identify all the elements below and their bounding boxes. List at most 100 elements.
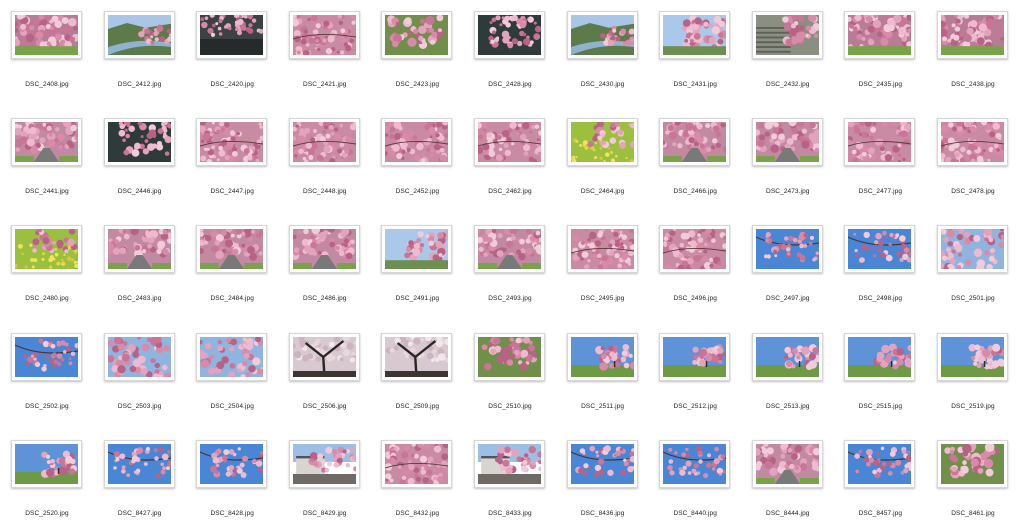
- file-name-label[interactable]: DSC_8432.jpg: [375, 510, 459, 517]
- file-thumbnail[interactable]: [11, 118, 82, 167]
- file-thumbnail[interactable]: [196, 332, 268, 381]
- file-name-label[interactable]: DSC_2509.jpg: [375, 403, 459, 410]
- file-thumbnail[interactable]: [844, 332, 916, 381]
- file-item[interactable]: DSC_2509.jpg: [375, 332, 467, 439]
- file-item[interactable]: DSC_8429.jpg: [283, 439, 375, 529]
- file-item[interactable]: DSC_2428.jpg: [468, 11, 560, 117]
- file-name-label[interactable]: DSC_2473.jpg: [746, 188, 830, 195]
- file-item[interactable]: DSC_2464.jpg: [561, 118, 653, 224]
- file-thumbnail[interactable]: [11, 439, 82, 488]
- file-item[interactable]: DSC_2515.jpg: [838, 332, 930, 439]
- file-name-label[interactable]: DSC_2447.jpg: [190, 188, 274, 195]
- file-item[interactable]: DSC_2519.jpg: [931, 332, 1023, 439]
- file-name-label[interactable]: DSC_2466.jpg: [653, 188, 737, 195]
- file-thumbnail[interactable]: [288, 118, 360, 167]
- file-name-label[interactable]: DSC_2412.jpg: [98, 81, 182, 88]
- file-name-label[interactable]: DSC_2452.jpg: [375, 188, 459, 195]
- file-name-label[interactable]: DSC_8440.jpg: [653, 510, 737, 517]
- file-name-label[interactable]: DSC_2428.jpg: [468, 81, 552, 88]
- file-name-label[interactable]: DSC_2503.jpg: [98, 403, 182, 410]
- file-thumbnail[interactable]: [196, 118, 268, 167]
- file-name-label[interactable]: DSC_2511.jpg: [561, 403, 645, 410]
- file-item[interactable]: DSC_2498.jpg: [838, 225, 930, 331]
- file-item[interactable]: DSC_2520.jpg: [5, 439, 97, 529]
- file-name-label[interactable]: DSC_8461.jpg: [931, 510, 1015, 517]
- file-name-label[interactable]: DSC_2464.jpg: [561, 188, 645, 195]
- file-name-label[interactable]: DSC_2430.jpg: [561, 81, 645, 88]
- file-name-label[interactable]: DSC_8428.jpg: [190, 510, 274, 517]
- file-thumbnail[interactable]: [474, 11, 545, 59]
- file-name-label[interactable]: DSC_2497.jpg: [746, 295, 830, 302]
- file-thumbnail[interactable]: [659, 332, 731, 381]
- file-thumbnail[interactable]: [566, 332, 638, 381]
- file-thumbnail[interactable]: [474, 439, 545, 488]
- file-name-label[interactable]: DSC_2515.jpg: [838, 403, 922, 410]
- file-item[interactable]: DSC_2480.jpg: [5, 225, 97, 331]
- file-name-label[interactable]: DSC_2519.jpg: [931, 403, 1015, 410]
- file-name-label[interactable]: DSC_2498.jpg: [838, 295, 922, 302]
- file-name-label[interactable]: DSC_8457.jpg: [838, 510, 922, 517]
- file-item[interactable]: DSC_2446.jpg: [98, 118, 190, 224]
- file-thumbnail[interactable]: [844, 118, 916, 167]
- file-item[interactable]: DSC_2448.jpg: [283, 118, 375, 224]
- file-item[interactable]: DSC_2412.jpg: [98, 11, 190, 117]
- file-item[interactable]: DSC_8427.jpg: [98, 439, 190, 529]
- file-thumbnail[interactable]: [566, 118, 638, 167]
- file-thumbnail[interactable]: [196, 439, 268, 488]
- file-item[interactable]: DSC_2486.jpg: [283, 225, 375, 331]
- file-name-label[interactable]: DSC_2501.jpg: [931, 295, 1015, 302]
- file-thumbnail[interactable]: [381, 439, 453, 488]
- file-name-label[interactable]: DSC_2438.jpg: [931, 81, 1015, 88]
- file-item[interactable]: DSC_2497.jpg: [746, 225, 838, 331]
- file-thumbnail[interactable]: [474, 225, 545, 274]
- file-item[interactable]: DSC_2501.jpg: [931, 225, 1023, 331]
- file-thumbnail[interactable]: [103, 118, 175, 167]
- file-name-label[interactable]: DSC_2504.jpg: [190, 403, 274, 410]
- file-thumbnail[interactable]: [381, 225, 453, 274]
- file-name-label[interactable]: DSC_2431.jpg: [653, 81, 737, 88]
- file-item[interactable]: DSC_2421.jpg: [283, 11, 375, 117]
- file-thumbnail[interactable]: [937, 11, 1008, 59]
- file-thumbnail[interactable]: [937, 118, 1008, 167]
- file-thumbnail[interactable]: [751, 225, 823, 274]
- file-thumbnail[interactable]: [751, 118, 823, 167]
- file-thumbnail[interactable]: [659, 11, 731, 59]
- file-name-label[interactable]: DSC_2513.jpg: [746, 403, 830, 410]
- file-item[interactable]: DSC_2512.jpg: [653, 332, 745, 439]
- file-name-label[interactable]: DSC_2491.jpg: [375, 295, 459, 302]
- file-thumbnail[interactable]: [103, 439, 175, 488]
- file-item[interactable]: DSC_8457.jpg: [838, 439, 930, 529]
- file-item[interactable]: DSC_2408.jpg: [5, 11, 97, 117]
- file-thumbnail[interactable]: [751, 332, 823, 381]
- file-name-label[interactable]: DSC_2493.jpg: [468, 295, 552, 302]
- file-name-label[interactable]: DSC_8436.jpg: [561, 510, 645, 517]
- file-item[interactable]: DSC_2496.jpg: [653, 225, 745, 331]
- file-name-label[interactable]: DSC_2480.jpg: [5, 295, 89, 302]
- file-item[interactable]: DSC_2493.jpg: [468, 225, 560, 331]
- file-thumbnail[interactable]: [566, 225, 638, 274]
- file-name-label[interactable]: DSC_2486.jpg: [283, 295, 367, 302]
- file-name-label[interactable]: DSC_2483.jpg: [98, 295, 182, 302]
- file-name-label[interactable]: DSC_2423.jpg: [375, 81, 459, 88]
- file-item[interactable]: DSC_2432.jpg: [746, 11, 838, 117]
- file-item[interactable]: DSC_2478.jpg: [931, 118, 1023, 224]
- file-item[interactable]: DSC_2473.jpg: [746, 118, 838, 224]
- file-thumbnail[interactable]: [288, 439, 360, 488]
- file-thumbnail[interactable]: [11, 332, 82, 381]
- file-thumbnail[interactable]: [937, 332, 1008, 381]
- file-item[interactable]: DSC_2495.jpg: [561, 225, 653, 331]
- file-name-label[interactable]: DSC_2512.jpg: [653, 403, 737, 410]
- file-thumbnail[interactable]: [381, 11, 453, 59]
- file-name-label[interactable]: DSC_2496.jpg: [653, 295, 737, 302]
- file-item[interactable]: DSC_2504.jpg: [190, 332, 282, 439]
- file-name-label[interactable]: DSC_8444.jpg: [746, 510, 830, 517]
- file-name-label[interactable]: DSC_2477.jpg: [838, 188, 922, 195]
- file-thumbnail[interactable]: [103, 332, 175, 381]
- file-thumbnail[interactable]: [566, 11, 638, 59]
- file-name-label[interactable]: DSC_2435.jpg: [838, 81, 922, 88]
- file-name-label[interactable]: DSC_2441.jpg: [5, 188, 89, 195]
- file-item[interactable]: DSC_2441.jpg: [5, 118, 97, 224]
- file-thumbnail[interactable]: [381, 332, 453, 381]
- file-thumbnail[interactable]: [474, 118, 545, 167]
- file-thumbnail[interactable]: [196, 11, 268, 59]
